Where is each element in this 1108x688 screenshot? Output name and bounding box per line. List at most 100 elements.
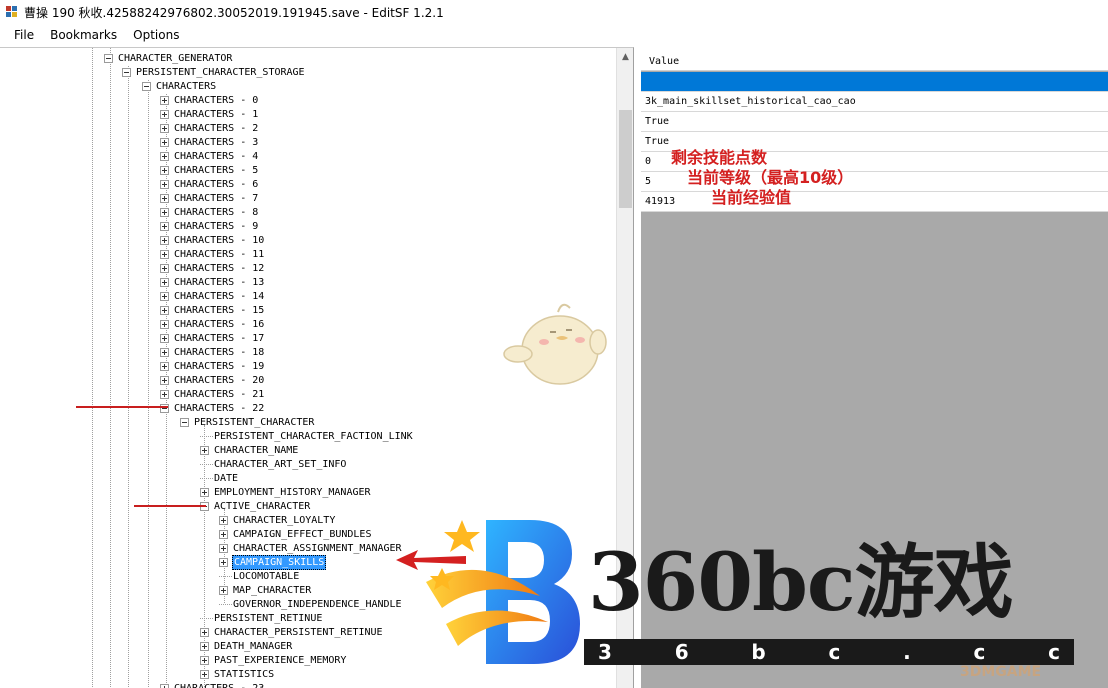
expand-plus-icon[interactable] bbox=[160, 95, 169, 105]
grid-row[interactable]: True bbox=[641, 112, 1108, 132]
expand-plus-icon[interactable] bbox=[160, 347, 169, 357]
expand-plus-icon[interactable] bbox=[200, 655, 209, 665]
scroll-thumb[interactable] bbox=[619, 110, 632, 208]
tree-node-ac-child[interactable]: CAMPAIGN_SKILLS bbox=[219, 554, 327, 570]
expand-plus-icon[interactable] bbox=[160, 109, 169, 119]
tree-node-ac-child[interactable]: CHARACTER_LOYALTY bbox=[219, 513, 336, 527]
tree-node-ac-child[interactable]: GOVERNOR_INDEPENDENCE_HANDLE bbox=[219, 597, 403, 611]
tree-node-pc-child[interactable]: PERSISTENT_RETINUE bbox=[200, 611, 323, 625]
tree-node-persistent-character[interactable]: PERSISTENT_CHARACTER bbox=[180, 415, 315, 429]
tree-node-pc-child[interactable]: CHARACTER_NAME bbox=[200, 443, 299, 457]
expand-plus-icon[interactable] bbox=[160, 361, 169, 371]
tree-node-characters-11[interactable]: CHARACTERS - 11 bbox=[160, 247, 265, 261]
tree-node-characters[interactable]: CHARACTERS bbox=[142, 79, 217, 93]
tree-node-pc-child[interactable]: PAST_EXPERIENCE_MEMORY bbox=[200, 653, 347, 667]
expand-plus-icon[interactable] bbox=[219, 543, 228, 553]
tree-node-active-character[interactable]: ACTIVE_CHARACTER bbox=[200, 499, 311, 513]
menu-options[interactable]: Options bbox=[125, 24, 187, 46]
tree-node-characters-13[interactable]: CHARACTERS - 13 bbox=[160, 275, 265, 289]
tree-node-characters-12[interactable]: CHARACTERS - 12 bbox=[160, 261, 265, 275]
tree-node-ac-child[interactable]: MAP_CHARACTER bbox=[219, 583, 312, 597]
grid-row[interactable] bbox=[641, 72, 1108, 92]
tree-node-characters-18[interactable]: CHARACTERS - 18 bbox=[160, 345, 265, 359]
expand-plus-icon[interactable] bbox=[160, 263, 169, 273]
tree-node-ac-child[interactable]: CAMPAIGN_EFFECT_BUNDLES bbox=[219, 527, 372, 541]
collapse-minus-icon[interactable] bbox=[180, 417, 189, 427]
tree-node-pc-child[interactable]: CHARACTER_PERSISTENT_RETINUE bbox=[200, 625, 384, 639]
expand-plus-icon[interactable] bbox=[160, 277, 169, 287]
expand-plus-icon[interactable] bbox=[160, 305, 169, 315]
grid-header-value[interactable]: Value bbox=[641, 53, 1108, 71]
expand-plus-icon[interactable] bbox=[160, 389, 169, 399]
menu-file[interactable]: File bbox=[6, 24, 42, 46]
expand-plus-icon[interactable] bbox=[160, 333, 169, 343]
tree-node-characters-6[interactable]: CHARACTERS - 6 bbox=[160, 177, 259, 191]
expand-plus-icon[interactable] bbox=[160, 235, 169, 245]
tree-node-characters-14[interactable]: CHARACTERS - 14 bbox=[160, 289, 265, 303]
collapse-minus-icon[interactable] bbox=[122, 67, 131, 77]
menu-bookmarks[interactable]: Bookmarks bbox=[42, 24, 125, 46]
tree-node-pc-child[interactable]: DEATH_MANAGER bbox=[200, 639, 293, 653]
tree-node-characters-21[interactable]: CHARACTERS - 21 bbox=[160, 387, 265, 401]
expand-plus-icon[interactable] bbox=[160, 193, 169, 203]
tree-node-ac-child[interactable]: LOCOMOTABLE bbox=[219, 569, 300, 583]
tree-node-characters-9[interactable]: CHARACTERS - 9 bbox=[160, 219, 259, 233]
expand-plus-icon[interactable] bbox=[160, 151, 169, 161]
tree-node-label: CHARACTERS - 23 bbox=[174, 682, 265, 688]
tree-node-pc-child[interactable]: PERSISTENT_CHARACTER_FACTION_LINK bbox=[200, 429, 414, 443]
tree-node-characters-17[interactable]: CHARACTERS - 17 bbox=[160, 331, 265, 345]
expand-plus-icon[interactable] bbox=[160, 221, 169, 231]
tree-node-characters-10[interactable]: CHARACTERS - 10 bbox=[160, 233, 265, 247]
tree-node-characters-2[interactable]: CHARACTERS - 2 bbox=[160, 121, 259, 135]
expand-plus-icon[interactable] bbox=[200, 445, 209, 455]
tree-node-characters-16[interactable]: CHARACTERS - 16 bbox=[160, 317, 265, 331]
expand-plus-icon[interactable] bbox=[200, 669, 209, 679]
title-bar: 曹操 190 秋收.42588242976802.30052019.191945… bbox=[0, 0, 1108, 24]
tree-node-characters-4[interactable]: CHARACTERS - 4 bbox=[160, 149, 259, 163]
grid-row[interactable]: 3k_main_skillset_historical_cao_cao bbox=[641, 92, 1108, 112]
tree-node-characters-7[interactable]: CHARACTERS - 7 bbox=[160, 191, 259, 205]
expand-plus-icon[interactable] bbox=[200, 641, 209, 651]
tree-node-characters-20[interactable]: CHARACTERS - 20 bbox=[160, 373, 265, 387]
expand-plus-icon[interactable] bbox=[200, 627, 209, 637]
grid-row[interactable]: 41913 当前经验值 bbox=[641, 188, 1108, 212]
tree-node-ac-child[interactable]: CHARACTER_ASSIGNMENT_MANAGER bbox=[219, 541, 403, 555]
expand-plus-icon[interactable] bbox=[160, 249, 169, 259]
tree-node-label: STATISTICS bbox=[214, 668, 275, 680]
collapse-minus-icon[interactable] bbox=[142, 81, 151, 91]
tree-node-pc-child[interactable]: DATE bbox=[200, 471, 239, 485]
expand-plus-icon[interactable] bbox=[160, 319, 169, 329]
expand-plus-icon[interactable] bbox=[160, 137, 169, 147]
tree-node-pc-child[interactable]: STATISTICS bbox=[200, 667, 275, 681]
tree-node-characters-3[interactable]: CHARACTERS - 3 bbox=[160, 135, 259, 149]
expand-plus-icon[interactable] bbox=[160, 291, 169, 301]
expand-plus-icon[interactable] bbox=[219, 515, 228, 525]
tree-node-pc-child[interactable]: CHARACTER_ART_SET_INFO bbox=[200, 457, 347, 471]
tree-node-characters-5[interactable]: CHARACTERS - 5 bbox=[160, 163, 259, 177]
domain-char: b bbox=[751, 640, 766, 664]
collapse-minus-icon[interactable] bbox=[160, 403, 169, 413]
expand-plus-icon[interactable] bbox=[160, 165, 169, 175]
tree-node-characters-19[interactable]: CHARACTERS - 19 bbox=[160, 359, 265, 373]
tree-node-characters-15[interactable]: CHARACTERS - 15 bbox=[160, 303, 265, 317]
tree-node-character-generator[interactable]: CHARACTER_GENERATOR bbox=[104, 51, 233, 65]
collapse-minus-icon[interactable] bbox=[104, 53, 113, 63]
expand-plus-icon[interactable] bbox=[219, 529, 228, 539]
scroll-up-arrow-icon[interactable]: ▲ bbox=[617, 48, 633, 65]
expand-plus-icon[interactable] bbox=[219, 585, 228, 595]
tree-node-label: CHARACTERS - 22 bbox=[174, 402, 265, 414]
tree-node-characters-0[interactable]: CHARACTERS - 0 bbox=[160, 93, 259, 107]
expand-plus-icon[interactable] bbox=[219, 557, 228, 567]
expand-plus-icon[interactable] bbox=[160, 179, 169, 189]
expand-plus-icon[interactable] bbox=[160, 375, 169, 385]
tree-node-characters-22[interactable]: CHARACTERS - 22 bbox=[160, 401, 265, 415]
tree-node-pc-child[interactable]: EMPLOYMENT_HISTORY_MANAGER bbox=[200, 485, 372, 499]
tree-node-characters-next[interactable]: CHARACTERS - 23 bbox=[160, 681, 265, 688]
tree-node-characters-1[interactable]: CHARACTERS - 1 bbox=[160, 107, 259, 121]
tree-node-persistent-character-storage[interactable]: PERSISTENT_CHARACTER_STORAGE bbox=[122, 65, 306, 79]
expand-plus-icon[interactable] bbox=[160, 683, 169, 688]
expand-plus-icon[interactable] bbox=[200, 487, 209, 497]
tree-node-characters-8[interactable]: CHARACTERS - 8 bbox=[160, 205, 259, 219]
expand-plus-icon[interactable] bbox=[160, 123, 169, 133]
expand-plus-icon[interactable] bbox=[160, 207, 169, 217]
